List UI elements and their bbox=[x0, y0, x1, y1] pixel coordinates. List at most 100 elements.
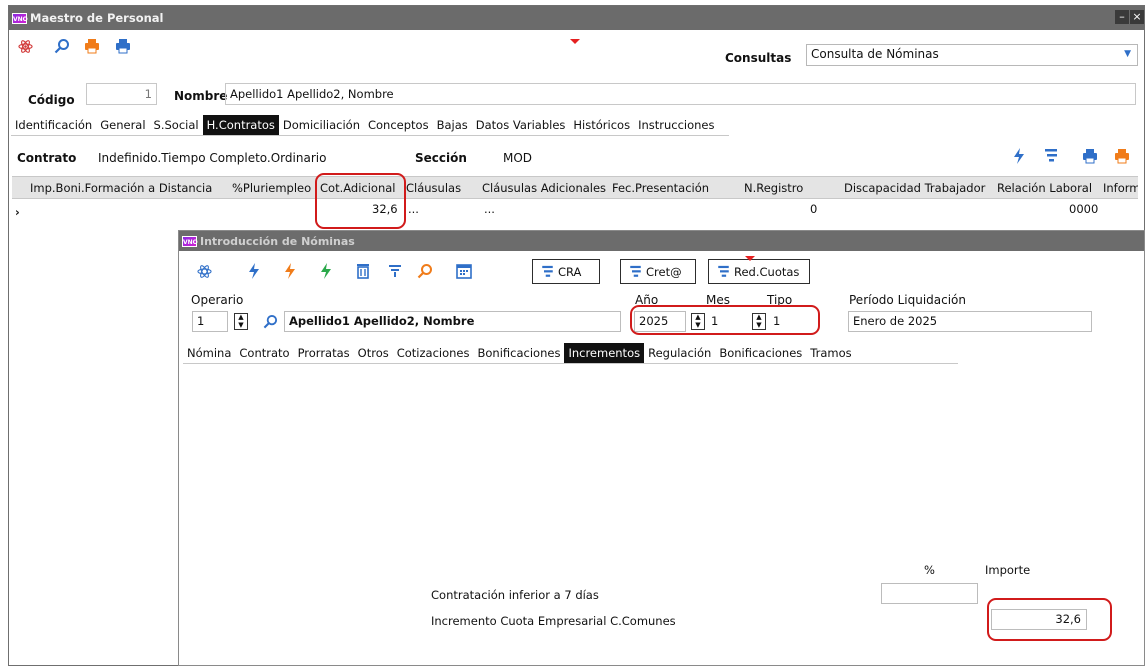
chevron-down-icon[interactable]: ▼ bbox=[1124, 49, 1131, 59]
col-clausulas-adicionales[interactable]: Cláusulas Adicionales bbox=[482, 181, 606, 195]
lightning-orange-icon[interactable] bbox=[282, 263, 298, 279]
consultas-select[interactable]: Consulta de Nóminas ▼ bbox=[806, 44, 1138, 66]
atom-icon[interactable] bbox=[17, 38, 33, 54]
filter-icon[interactable] bbox=[387, 263, 403, 279]
tab-prorratas[interactable]: Prorratas bbox=[294, 343, 354, 363]
importe-header: Importe bbox=[985, 563, 1031, 577]
cell-clausulas[interactable]: ... bbox=[408, 202, 419, 216]
contratacion-label: Contratación inferior a 7 días bbox=[431, 588, 599, 602]
print-orange-icon[interactable] bbox=[1114, 148, 1130, 164]
col-discapacidad[interactable]: Discapacidad Trabajador bbox=[844, 181, 985, 195]
main-tabs: Identificación General S.Social H.Contra… bbox=[11, 115, 729, 136]
col-relacion-laboral[interactable]: Relación Laboral bbox=[997, 181, 1092, 195]
tab-conceptos[interactable]: Conceptos bbox=[364, 115, 433, 135]
operario-field[interactable]: 1 bbox=[192, 311, 228, 332]
delete-icon[interactable] bbox=[355, 263, 371, 279]
tab-nomina[interactable]: Nómina bbox=[183, 343, 235, 363]
tab-incrementos[interactable]: Incrementos bbox=[564, 343, 645, 363]
red-cuotas-button[interactable]: Red.Cuotas bbox=[708, 259, 810, 284]
tab-datos-variables[interactable]: Datos Variables bbox=[472, 115, 570, 135]
periodo-label: Período Liquidación bbox=[849, 293, 966, 307]
grid-header: Imp.Boni.Formación a Distancia %Pluriemp… bbox=[12, 177, 1138, 199]
calendar-icon[interactable] bbox=[456, 263, 472, 279]
sub-titlebar: VNO Introducción de Nóminas bbox=[179, 231, 1144, 251]
operario-name-field[interactable]: Apellido1 Apellido2, Nombre bbox=[284, 311, 621, 332]
highlight-periodo bbox=[630, 305, 820, 335]
operario-spinner[interactable]: ▲ ▼ bbox=[234, 313, 248, 330]
highlight-importe bbox=[987, 598, 1112, 641]
contratacion-pct-field[interactable] bbox=[881, 583, 978, 604]
col-pluriempleo[interactable]: %Pluriempleo bbox=[232, 181, 311, 195]
tab-domiciliacion[interactable]: Domiciliación bbox=[279, 115, 364, 135]
creta-button-label: Cret@ bbox=[646, 264, 682, 279]
print-blue-icon[interactable] bbox=[115, 38, 131, 54]
tab-bajas[interactable]: Bajas bbox=[433, 115, 472, 135]
periodo-field[interactable]: Enero de 2025 bbox=[848, 311, 1092, 332]
tab-historicos[interactable]: Históricos bbox=[569, 115, 634, 135]
col-clausulas[interactable]: Cláusulas bbox=[406, 181, 461, 195]
lightning-icon[interactable] bbox=[246, 263, 262, 279]
col-inform[interactable]: Inform bbox=[1103, 181, 1138, 195]
cell-relacion-laboral[interactable]: 0000 bbox=[1069, 202, 1098, 216]
operario-label: Operario bbox=[191, 293, 244, 307]
seccion-label: Sección bbox=[415, 151, 467, 165]
consultas-select-value: Consulta de Nóminas bbox=[811, 47, 939, 61]
form-icon bbox=[630, 265, 641, 277]
row-marker: › bbox=[15, 205, 20, 219]
contrato-value: Indefinido.Tiempo Completo.Ordinario bbox=[98, 151, 327, 165]
tab-regulacion[interactable]: Regulación bbox=[644, 343, 715, 363]
lightning-icon[interactable] bbox=[1011, 148, 1027, 164]
form-icon bbox=[718, 265, 729, 277]
contracts-grid: Imp.Boni.Formación a Distancia %Pluriemp… bbox=[12, 176, 1138, 230]
pct-header: % bbox=[924, 563, 935, 577]
print-orange-icon[interactable] bbox=[84, 38, 100, 54]
tab-general[interactable]: General bbox=[96, 115, 149, 135]
col-imp-boni[interactable]: Imp.Boni.Formación a Distancia bbox=[30, 181, 212, 195]
close-button[interactable]: × bbox=[1130, 10, 1144, 24]
search-icon[interactable] bbox=[54, 38, 70, 54]
app-logo: VNO bbox=[182, 235, 198, 247]
consultas-label: Consultas bbox=[725, 51, 792, 65]
seccion-value: MOD bbox=[503, 151, 533, 165]
col-n-registro[interactable]: N.Registro bbox=[744, 181, 803, 195]
nombre-label: Nombre bbox=[174, 89, 228, 103]
print-blue-icon[interactable] bbox=[1082, 148, 1098, 164]
red-marker bbox=[570, 39, 580, 44]
red-marker bbox=[745, 256, 755, 261]
sub-window-title: Introducción de Nóminas bbox=[200, 234, 355, 248]
search-orange-icon[interactable] bbox=[417, 263, 433, 279]
codigo-field[interactable]: 1 bbox=[86, 83, 157, 105]
nombre-field[interactable]: Apellido1 Apellido2, Nombre bbox=[225, 83, 1136, 105]
tab-contrato[interactable]: Contrato bbox=[235, 343, 293, 363]
table-row[interactable]: › 32,6 ... ... 0 0000 bbox=[12, 199, 1138, 221]
cell-n-registro[interactable]: 0 bbox=[810, 202, 817, 216]
contrato-label: Contrato bbox=[17, 151, 77, 165]
cell-clausulas-adicionales[interactable]: ... bbox=[484, 202, 495, 216]
cra-button[interactable]: CRA bbox=[532, 259, 600, 284]
tab-cotizaciones[interactable]: Cotizaciones bbox=[393, 343, 474, 363]
tab-instrucciones[interactable]: Instrucciones bbox=[634, 115, 718, 135]
tab-bonificaciones[interactable]: Bonificaciones bbox=[474, 343, 565, 363]
tab-tramos[interactable]: Tramos bbox=[806, 343, 855, 363]
codigo-label: Código bbox=[28, 93, 75, 107]
cra-button-label: CRA bbox=[558, 264, 582, 279]
col-fec-presentacion[interactable]: Fec.Presentación bbox=[612, 181, 709, 195]
tab-identificacion[interactable]: Identificación bbox=[11, 115, 96, 135]
tab-ssocial[interactable]: S.Social bbox=[150, 115, 203, 135]
search-icon[interactable] bbox=[262, 313, 278, 329]
incremento-cuota-label: Incremento Cuota Empresarial C.Comunes bbox=[431, 614, 676, 628]
sub-window: VNO Introducción de Nóminas CRA Cret@ Re… bbox=[178, 230, 1145, 666]
sub-tabs: Nómina Contrato Prorratas Otros Cotizaci… bbox=[183, 343, 958, 364]
tab-hcontratos[interactable]: H.Contratos bbox=[202, 115, 279, 135]
tab-otros[interactable]: Otros bbox=[354, 343, 393, 363]
creta-button[interactable]: Cret@ bbox=[620, 259, 696, 284]
form-icon bbox=[542, 265, 553, 277]
minimize-button[interactable]: – bbox=[1115, 10, 1129, 24]
app-logo: VNO bbox=[12, 12, 28, 24]
main-titlebar: VNO Maestro de Personal – × bbox=[9, 6, 1144, 30]
form-icon[interactable] bbox=[1043, 148, 1059, 164]
atom-icon[interactable] bbox=[196, 263, 212, 279]
highlight-cot-adicional bbox=[315, 173, 406, 229]
tab-bonificaciones-2[interactable]: Bonificaciones bbox=[715, 343, 806, 363]
lightning-green-icon[interactable] bbox=[318, 263, 334, 279]
